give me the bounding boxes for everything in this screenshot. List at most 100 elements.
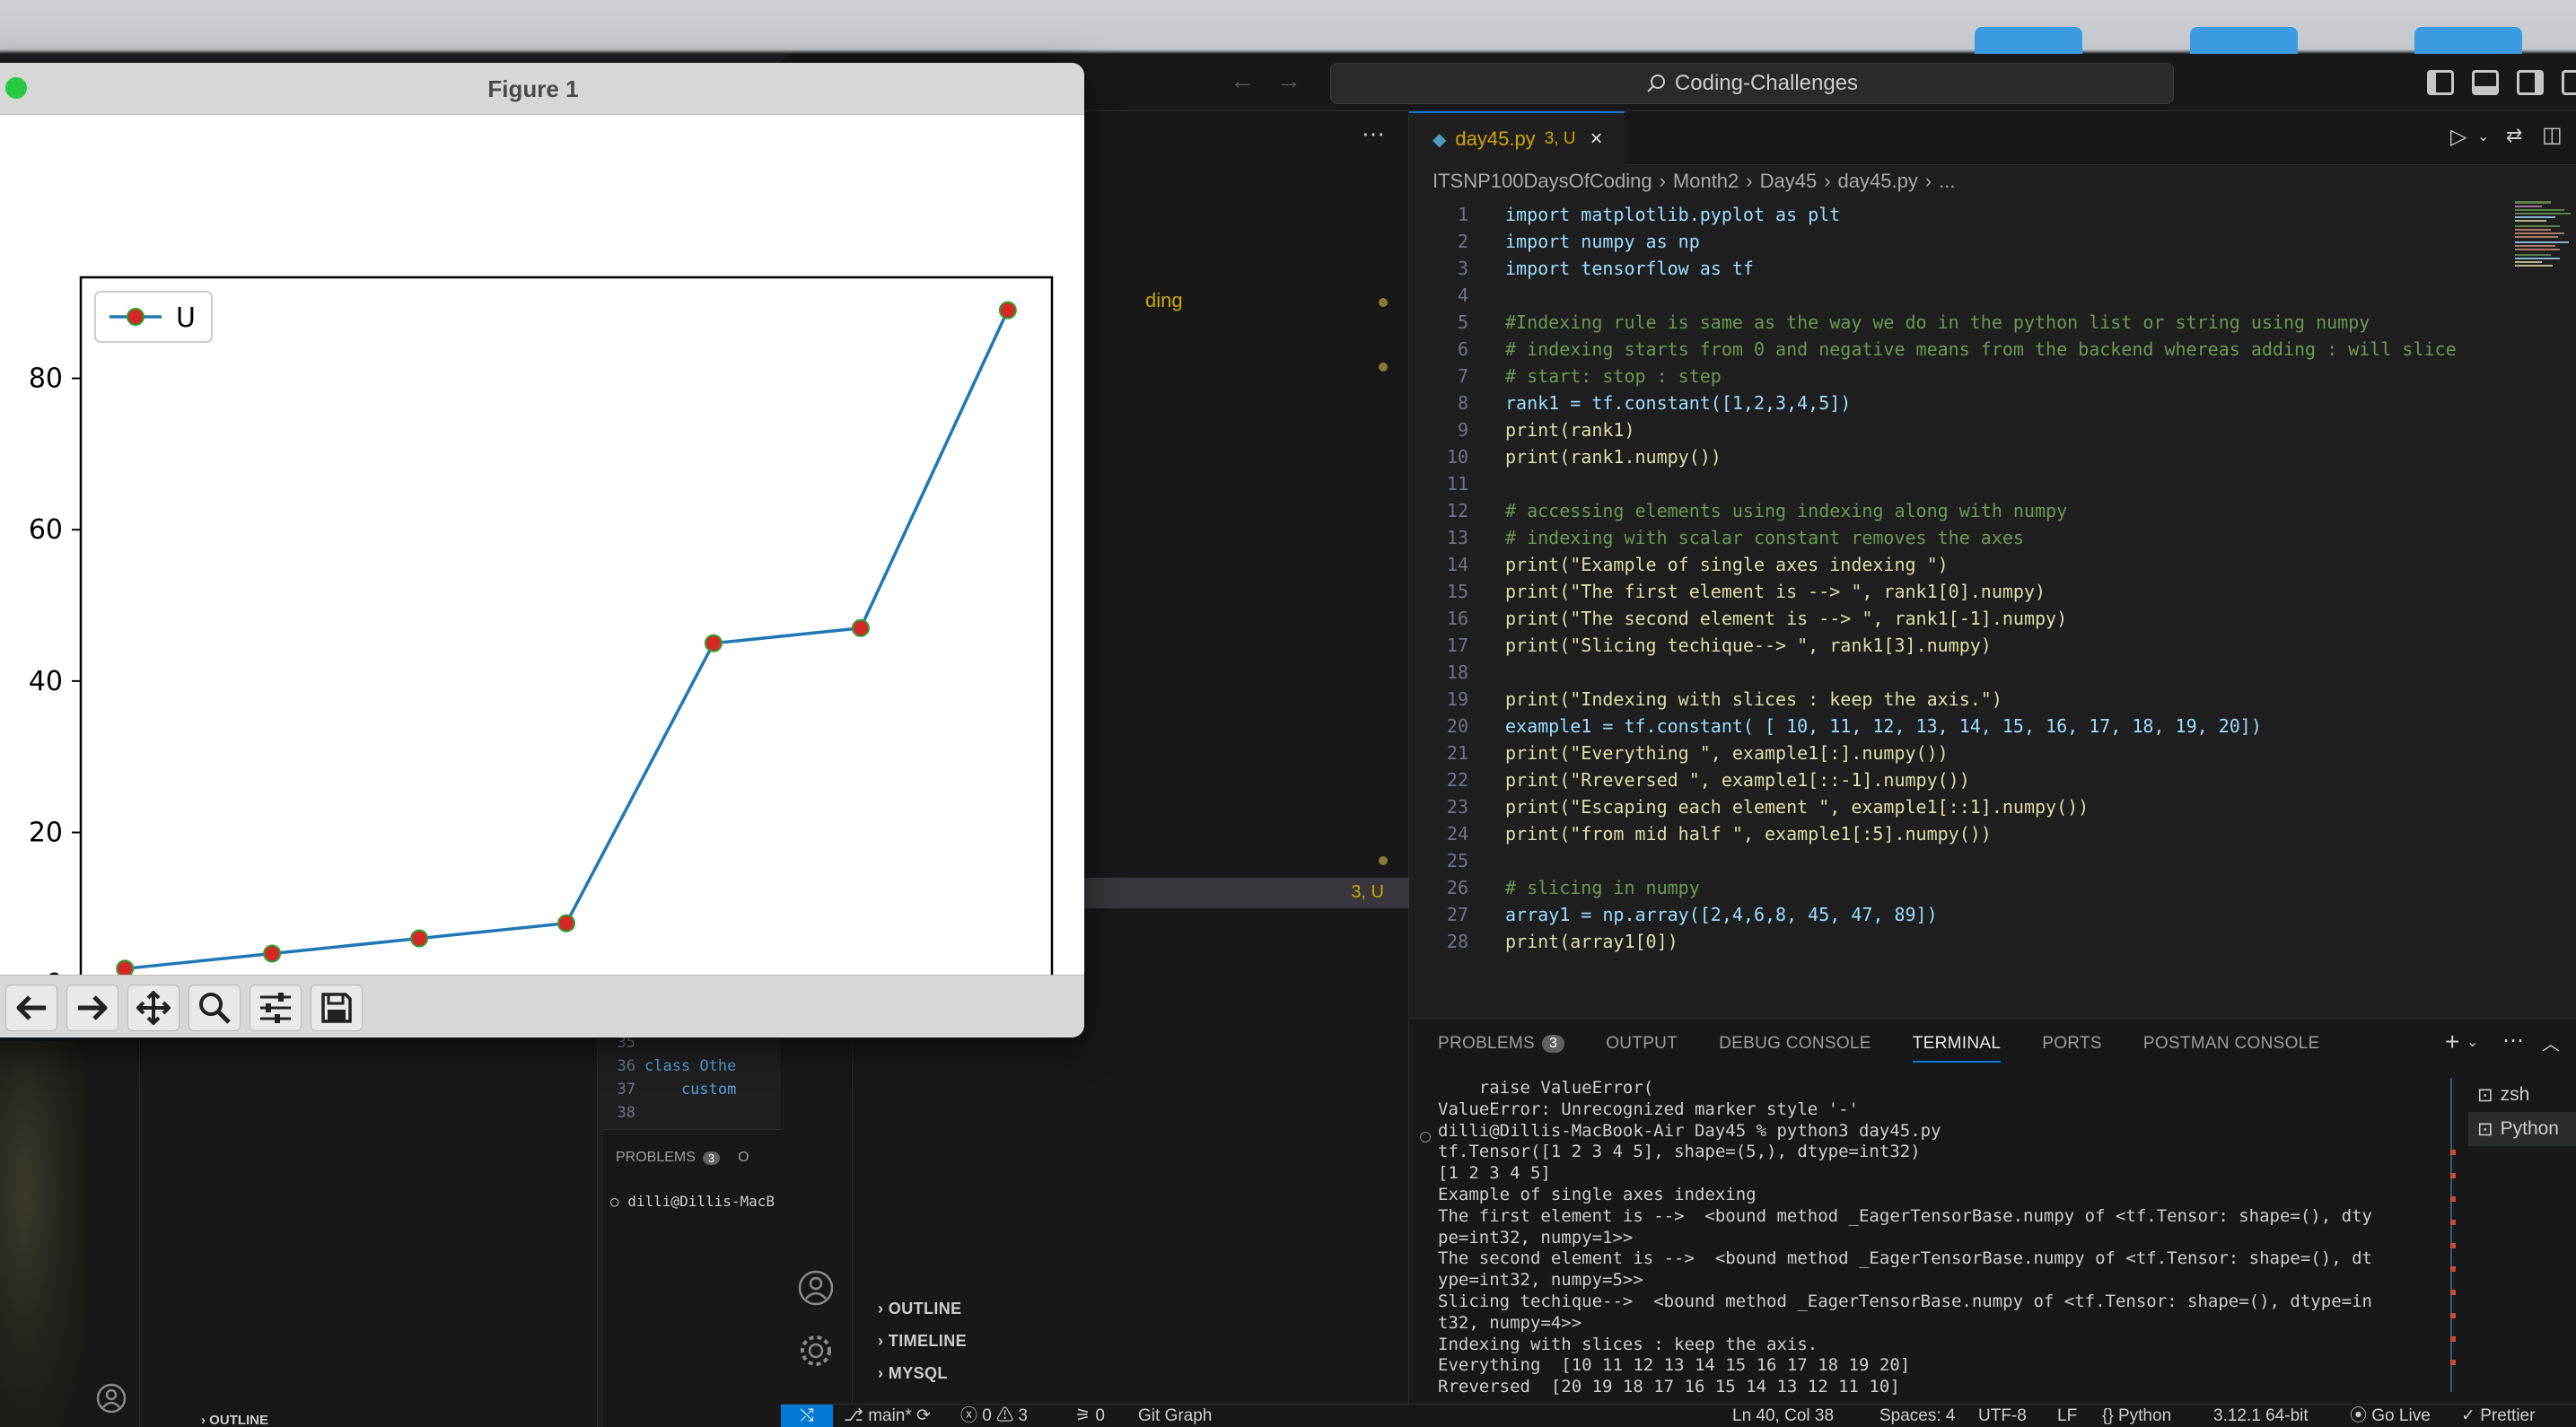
account-icon[interactable] bbox=[797, 1269, 835, 1307]
chevron-down-icon[interactable]: ⌄ bbox=[2477, 127, 2489, 145]
code-line[interactable]: 3 import tensorflow as tf bbox=[1409, 255, 2576, 282]
sidebar-section-outline[interactable]: › OUTLINE bbox=[853, 1292, 1409, 1325]
code-line[interactable]: 7 # start: stop : step bbox=[1409, 363, 2576, 390]
breadcrumb-item[interactable]: Day45 bbox=[1760, 170, 1818, 193]
panel-tab-label: OUTPUT bbox=[1606, 1034, 1678, 1053]
problems-status[interactable]: ⓧ 0 ⚠ 3 bbox=[960, 1405, 1028, 1427]
save-button[interactable] bbox=[311, 985, 363, 1031]
breadcrumb-item[interactable]: ... bbox=[1939, 170, 1955, 193]
pan-button[interactable] bbox=[127, 985, 180, 1031]
forward-button[interactable] bbox=[66, 985, 118, 1031]
toggle-primary-sidebar-icon[interactable] bbox=[2427, 70, 2454, 95]
gear-icon[interactable] bbox=[797, 1332, 835, 1370]
close-tab-icon[interactable]: × bbox=[1590, 127, 1603, 152]
code-line[interactable]: 1 import matplotlib.pyplot as plt bbox=[1409, 201, 2576, 228]
toggle-panel-icon[interactable] bbox=[2472, 70, 2499, 95]
terminal-line: tf.Tensor([1 2 3 4 5], shape=(5,), dtype… bbox=[1438, 1142, 1921, 1162]
code-line[interactable]: 18 bbox=[1409, 659, 2576, 686]
code-line[interactable]: 19 print("Indexing with slices : keep the… bbox=[1409, 686, 2576, 713]
terminal-line: Escaping each element [10 11 12 13 14 15… bbox=[1438, 1398, 2452, 1401]
sidebar-section-timeline[interactable]: › TIMELINE bbox=[853, 1325, 1409, 1357]
code-line[interactable]: 13 # indexing with scalar constant remove… bbox=[1409, 524, 2576, 551]
chevron-down-icon[interactable]: ⌄ bbox=[2466, 1033, 2478, 1051]
sidebar-section-mysql[interactable]: › MYSQL bbox=[853, 1357, 1409, 1389]
ports-status[interactable]: ⚞ 0 bbox=[1075, 1405, 1105, 1427]
code-line[interactable]: 28 print(array1[0]) bbox=[1409, 928, 2576, 955]
code-text: print("Rreversed ", example1[::-1].numpy… bbox=[1505, 769, 1970, 791]
remote-indicator-icon[interactable]: ⤭ bbox=[781, 1405, 833, 1427]
forward-arrow-icon[interactable]: → bbox=[1276, 66, 1301, 95]
code-line[interactable]: 17 print("Slicing techique--> ", rank1[3]… bbox=[1409, 632, 2576, 659]
terminal-instance-python[interactable]: ⊡ Python bbox=[2468, 1112, 2576, 1146]
interpreter-status[interactable]: 3.12.1 64-bit bbox=[2213, 1405, 2309, 1427]
code-line[interactable]: 23 print("Escaping each element ", exampl… bbox=[1409, 793, 2576, 820]
code-line[interactable]: 21 print("Everything ", example1[:].numpy… bbox=[1409, 740, 2576, 766]
command-center-search[interactable]: Coding-Challenges bbox=[1330, 63, 2174, 104]
code-editor[interactable]: 1 import matplotlib.pyplot as plt 2 import … bbox=[1409, 201, 2576, 1018]
cursor-position-status[interactable]: Ln 40, Col 38 bbox=[1732, 1405, 1834, 1427]
account-icon[interactable] bbox=[95, 1382, 127, 1414]
code-line[interactable]: 11 bbox=[1409, 470, 2576, 497]
desktop-folder-icon[interactable] bbox=[1975, 27, 2082, 54]
more-actions-icon[interactable]: ⋯ bbox=[2502, 1028, 2524, 1054]
panel-tab-output[interactable]: OUTPUT bbox=[1606, 1034, 1678, 1054]
code-line[interactable]: 15 print("The first element is --> ", ran… bbox=[1409, 578, 2576, 605]
back-problems-tab[interactable]: PROBLEMS bbox=[616, 1150, 696, 1166]
code-line[interactable]: 8 rank1 = tf.constant([1,2,3,4,5]) bbox=[1409, 390, 2576, 416]
code-line[interactable]: 4 bbox=[1409, 282, 2576, 309]
language-status[interactable]: {} Python bbox=[2102, 1405, 2171, 1427]
code-line[interactable]: 12 # accessing elements using indexing al… bbox=[1409, 497, 2576, 524]
code-line[interactable]: 25 bbox=[1409, 847, 2576, 874]
back-output-tab[interactable]: O bbox=[738, 1150, 749, 1166]
zoom-window-button[interactable] bbox=[5, 77, 27, 99]
panel-tab-postman-console[interactable]: POSTMAN CONSOLE bbox=[2143, 1034, 2320, 1054]
code-line[interactable]: 6 # indexing starts from 0 and negative m… bbox=[1409, 336, 2576, 363]
code-line[interactable]: 10 print(rank1.numpy()) bbox=[1409, 443, 2576, 470]
plot-canvas[interactable]: 0123456020406080U bbox=[0, 115, 1084, 975]
maximize-panel-icon[interactable]: ︿ bbox=[2542, 1029, 2560, 1055]
terminal-output[interactable]: raise ValueError(ValueError: Unrecognize… bbox=[1438, 1078, 2452, 1401]
new-terminal-icon[interactable]: + bbox=[2445, 1028, 2459, 1056]
code-line[interactable]: 22 print("Rreversed ", example1[::-1].num… bbox=[1409, 766, 2576, 793]
code-line[interactable]: 16 print("The second element is --> ", ra… bbox=[1409, 605, 2576, 632]
code-line[interactable]: 27 array1 = np.array([2,4,6,8, 45, 47, 89… bbox=[1409, 901, 2576, 928]
editor-tab-day45[interactable]: ◆ day45.py 3, U × bbox=[1409, 111, 1625, 165]
encoding-status[interactable]: UTF-8 bbox=[1978, 1405, 2027, 1427]
zoom-button[interactable] bbox=[188, 985, 241, 1031]
desktop-folder-icon[interactable] bbox=[2414, 27, 2522, 54]
breadcrumb-item[interactable]: day45.py bbox=[1838, 170, 1918, 193]
back-arrow-icon[interactable]: ← bbox=[1230, 66, 1255, 95]
minimap[interactable] bbox=[2513, 201, 2576, 282]
git-graph-status[interactable]: Git Graph bbox=[1138, 1405, 1212, 1427]
split-editor-icon[interactable]: ◫ bbox=[2542, 122, 2563, 148]
customize-layout-icon[interactable] bbox=[2562, 70, 2576, 95]
code-line[interactable]: 5 #Indexing rule is same as the way we do… bbox=[1409, 309, 2576, 336]
compare-changes-icon[interactable]: ⇄ bbox=[2506, 124, 2522, 147]
run-icon[interactable]: ▷ bbox=[2450, 124, 2466, 150]
code-line[interactable]: 14 print("Example of single axes indexing… bbox=[1409, 551, 2576, 578]
configure-subplots-button[interactable] bbox=[250, 985, 302, 1031]
breadcrumb-item[interactable]: Month2 bbox=[1673, 170, 1739, 193]
terminal-instance-zsh[interactable]: ⊡ zsh bbox=[2468, 1078, 2576, 1112]
panel-tab-debug-console[interactable]: DEBUG CONSOLE bbox=[1719, 1034, 1871, 1054]
code-line[interactable]: 26 # slicing in numpy bbox=[1409, 874, 2576, 901]
eol-status[interactable]: LF bbox=[2057, 1405, 2077, 1427]
prettier-status[interactable]: ✓ Prettier bbox=[2461, 1405, 2535, 1427]
back-button[interactable] bbox=[5, 985, 57, 1031]
code-line[interactable]: 9 print(rank1) bbox=[1409, 416, 2576, 443]
code-line[interactable]: 2 import numpy as np bbox=[1409, 228, 2576, 255]
indentation-status[interactable]: Spaces: 4 bbox=[1879, 1405, 1956, 1427]
panel-tab-ports[interactable]: PORTS bbox=[2042, 1034, 2102, 1054]
code-line[interactable]: 24 print("from mid half ", example1[:5].n… bbox=[1409, 820, 2576, 847]
breadcrumb-item[interactable]: ITSNP100DaysOfCoding bbox=[1433, 170, 1652, 193]
go-live-status[interactable]: ⦿ Go Live bbox=[2350, 1405, 2431, 1427]
code-line[interactable]: 20 example1 = tf.constant( [ 10, 11, 12, … bbox=[1409, 713, 2576, 740]
panel-tab-problems[interactable]: PROBLEMS 3 bbox=[1438, 1034, 1565, 1054]
sidebar-more-icon[interactable]: ⋯ bbox=[1362, 120, 1385, 148]
toggle-secondary-sidebar-icon[interactable] bbox=[2517, 70, 2544, 95]
panel-tab-terminal[interactable]: TERMINAL bbox=[1912, 1034, 2002, 1063]
branch-status[interactable]: ⎇ main* ⟳ bbox=[844, 1405, 931, 1427]
back-outline-section[interactable]: › OUTLINE bbox=[201, 1413, 268, 1427]
desktop-folder-icon[interactable] bbox=[2190, 27, 2298, 54]
sidebar-file-fragment[interactable]: ding bbox=[1145, 289, 1183, 312]
